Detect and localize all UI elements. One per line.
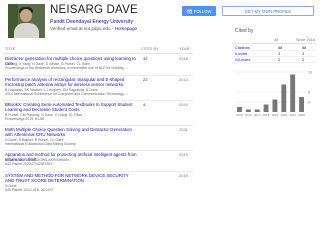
chart-y-tick-label: 8	[308, 90, 310, 94]
stats-label[interactable]: i10-index	[235, 58, 250, 62]
paper-venue: Proceedings of the thirteenth workshop o…	[5, 65, 128, 70]
chart-y-tick-label: 4	[308, 100, 310, 104]
avatar-head	[20, 9, 32, 22]
paper-title[interactable]: BBookX: Creating Semi-Automated Textbook…	[5, 102, 137, 113]
verified-email: Verified email at sot.pdpu.edu	[50, 26, 111, 31]
stats-since-value: 2	[302, 57, 305, 62]
column-title[interactable]: TITLE	[5, 47, 15, 51]
chart-x-tick-label: 2018	[263, 113, 270, 117]
follow-button[interactable]: FOLLOW	[182, 6, 216, 16]
paper-year: 2019	[179, 152, 188, 157]
profile-affiliation[interactable]: Pandit Deendayal Energy University	[50, 19, 133, 25]
table-row: BBookX: Creating Semi-Automated Textbook…	[3, 102, 193, 126]
paper-cited-count[interactable]: 4	[143, 102, 145, 107]
paper-venue: Proceedings 2019, 81-86	[5, 117, 45, 122]
table-row: Performance analysis of rectangular, tri…	[3, 77, 193, 101]
table-row: Math Multiple Choice Question Solving an…	[3, 127, 193, 151]
publications-table-header: TITLE CITED BY YEAR	[3, 46, 193, 54]
chart-x-tick-label: 2022	[298, 113, 305, 117]
paper-year: 2014	[179, 77, 188, 82]
stats-label[interactable]: h-index	[235, 52, 247, 56]
paper-venue: 2014 International Conference on Compute…	[5, 92, 128, 97]
chart-x-tick-label: 2016	[245, 113, 252, 117]
chart-bar[interactable]	[263, 104, 269, 113]
chart-bar[interactable]	[299, 97, 305, 112]
chart-x-tick-label: 2020	[280, 113, 287, 117]
paper-cited-count[interactable]: 22	[143, 77, 147, 82]
paper-venue: IND Patent 202047042987801	[5, 161, 53, 166]
profile-verified-line: Verified email at sot.pdpu.edu - Homepag…	[50, 26, 137, 31]
stats-header: All Since 2016	[232, 38, 316, 44]
paper-title[interactable]: SYSTEM AND METHOD FOR NETWORK DEVICE SEC…	[5, 173, 137, 184]
cited-by-title: Cited by	[235, 28, 254, 34]
chart-y-tick-label: 16	[308, 70, 312, 74]
citations-per-year-chart: 16 8 4 2015 2016 2017 2018 2019 2020 2021 2022	[235, 70, 312, 117]
paper-title[interactable]: Math Multiple Choice Question Solving an…	[5, 127, 137, 138]
chart-bar[interactable]	[281, 84, 287, 113]
stats-row-i10-index: i10-index 2 2	[232, 57, 316, 63]
stats-all-value: 2	[278, 57, 281, 62]
column-cited-by[interactable]: CITED BY	[141, 47, 159, 51]
stats-since-value: 58	[302, 45, 307, 50]
paper-title[interactable]: Performance analysis of rectangular, tri…	[5, 77, 137, 88]
follow-label: FOLLOW	[193, 8, 212, 14]
stats-col-all: All	[274, 38, 279, 42]
column-year[interactable]: YEAR	[179, 47, 189, 51]
chart-bar[interactable]	[245, 109, 251, 113]
get-own-profile-button[interactable]: GET MY OWN PROFILE	[222, 6, 314, 16]
paper-year: 2021	[179, 127, 188, 132]
table-row: Distractor generation for multiple choic…	[3, 56, 193, 76]
paper-venue: International Educational Data Mining So…	[5, 142, 76, 147]
paper-venue: IND Patent 10/12,018, 26/1207	[5, 188, 54, 193]
table-row: SYSTEM AND METHOD FOR NETWORK DEVICE SEC…	[3, 173, 193, 197]
chart-x-tick-label: 2015	[236, 113, 243, 117]
avatar-body	[14, 23, 39, 38]
paper-year: 2019	[179, 173, 188, 178]
chart-bar[interactable]	[236, 107, 242, 112]
stats-all-value: 3	[278, 51, 281, 56]
paper-year: 2019	[179, 102, 188, 107]
stats-since-value: 3	[302, 51, 305, 56]
avatar	[8, 4, 45, 38]
chart-x-tick-label: 2017	[254, 113, 261, 117]
profile-name: NEISARG DAVE	[50, 4, 138, 16]
chart-x-tick-label: 2021	[289, 113, 296, 117]
table-row: Apparatus and method for protecting arti…	[3, 152, 193, 172]
paper-cited-count[interactable]: 32	[143, 56, 147, 61]
chart-bar[interactable]	[290, 74, 296, 113]
stats-col-since: Since 2016	[296, 38, 315, 42]
homepage-link[interactable]: Homepage	[115, 26, 137, 31]
stats-all-value: 68	[278, 45, 283, 50]
stats-label[interactable]: Citations	[235, 46, 250, 50]
chart-bar[interactable]	[272, 99, 278, 113]
paper-year: 2018	[179, 56, 188, 61]
chart-bar[interactable]	[254, 109, 260, 113]
profile-header: NEISARG DAVE Pandit Deendayal Energy Uni…	[0, 0, 320, 40]
chart-x-tick-label: 2019	[272, 113, 279, 117]
mail-icon	[186, 9, 192, 13]
